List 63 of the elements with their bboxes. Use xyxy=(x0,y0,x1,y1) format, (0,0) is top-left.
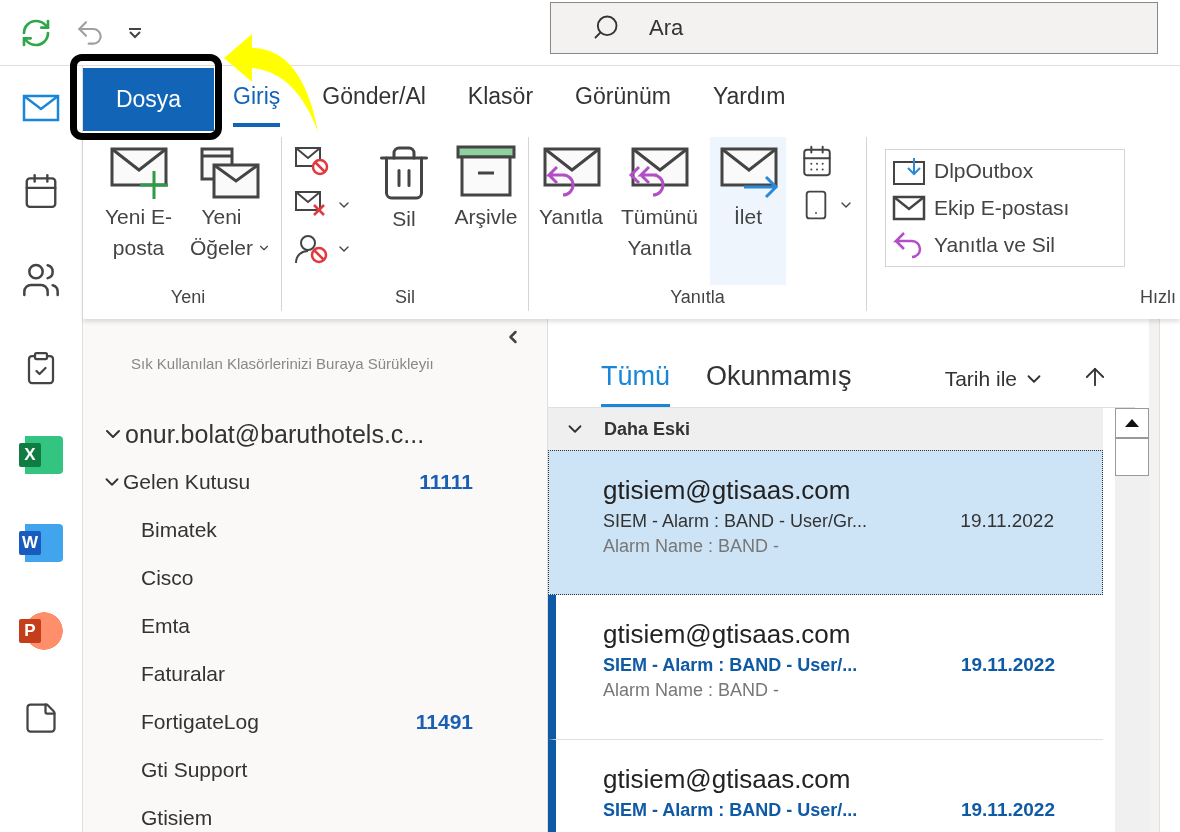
account-name[interactable]: onur.bolat@baruthotels.c... xyxy=(125,419,425,449)
mail-icon[interactable] xyxy=(22,94,60,122)
envelope-block-icon xyxy=(293,146,330,176)
folder-name[interactable]: Faturalar xyxy=(141,662,226,686)
date: 19.11.2022 xyxy=(960,510,1054,532)
ribbon-button[interactable]: Tümünü Yanıtla xyxy=(614,137,704,285)
unread-count: 11491 xyxy=(415,710,473,734)
ribbon-tab[interactable]: Görünüm xyxy=(575,69,671,127)
unread-count: 11111 xyxy=(419,470,473,494)
message-item[interactable]: gtisiem@gtisaas.com SIEM - Alarm : BAND - User/... 19.11.2022 Alarm Name : BAND - xyxy=(548,595,1103,740)
folder-down-icon xyxy=(892,156,926,187)
ribbon-tab[interactable]: Yardım xyxy=(712,69,786,127)
filter-tab[interactable]: Okunmamış xyxy=(706,361,852,407)
group-heading: Daha Eski xyxy=(604,418,691,440)
group-label: Hızlı xyxy=(1139,287,1176,309)
sender: gtisiem@gtisaas.com xyxy=(603,764,852,795)
folder-name[interactable]: Gtisiem xyxy=(141,806,213,830)
date: 19.11.2022 xyxy=(960,654,1055,676)
up-triangle-icon xyxy=(1125,419,1139,427)
quick-step[interactable]: DlpOutbox xyxy=(892,154,1118,189)
ribbon-button[interactable]: Yeni E- posta xyxy=(99,137,178,285)
folder-name[interactable]: Gti Support xyxy=(141,758,248,782)
scroll-thumb[interactable] xyxy=(1115,438,1149,476)
search-icon xyxy=(592,13,620,41)
ribbon-tab[interactable]: Klasör xyxy=(467,69,534,127)
quick-step[interactable]: Yanıtla ve Sil xyxy=(892,227,1118,262)
group-label: Sil xyxy=(393,287,416,309)
preview: Alarm Name : BAND - xyxy=(603,536,781,557)
scroll-up-button[interactable] xyxy=(1115,408,1149,438)
file-tab[interactable]: Dosya xyxy=(83,68,214,131)
favorites-hint: Sık Kullanılan Klasörlerinizi Buraya Sürükleyiı xyxy=(131,355,434,372)
customize-caret-icon[interactable] xyxy=(128,26,142,39)
scrollbar[interactable] xyxy=(1115,408,1149,832)
subject: SIEM - Alarm : BAND - User/Gr... xyxy=(603,511,868,532)
ribbon-button[interactable]: Arşivle xyxy=(447,137,524,285)
ribbon-button[interactable]: Sil xyxy=(365,137,442,285)
group-label: Yeni xyxy=(169,287,207,309)
ribbon-button[interactable]: Yanıtla xyxy=(532,137,609,285)
spreadsheet-app-icon[interactable]: X xyxy=(19,436,63,474)
person-block-icon xyxy=(293,234,330,264)
sender: gtisiem@gtisaas.com xyxy=(603,475,852,506)
search-field[interactable]: Ara xyxy=(550,2,1158,54)
sort-button[interactable]: Tarih ile xyxy=(944,367,1045,407)
ribbon-button[interactable]: İlet xyxy=(710,137,786,285)
subject: SIEM - Alarm : BAND - User/... xyxy=(603,655,858,676)
subject: SIEM - Alarm : BAND - User/... xyxy=(603,800,858,821)
folder-name[interactable]: Cisco xyxy=(141,566,194,590)
presentation-app-icon[interactable]: P xyxy=(19,612,63,650)
folder-name[interactable]: Bimatek xyxy=(141,518,217,542)
preview: Alarm Name : BAND - xyxy=(603,680,781,701)
group-label: Yanıtla xyxy=(669,287,726,309)
folder-name[interactable]: FortigateLog xyxy=(141,710,259,734)
ribbon-button[interactable]: Yeni Öğeler xyxy=(183,137,277,285)
document-app-icon[interactable]: W xyxy=(19,524,63,562)
note-icon[interactable] xyxy=(23,700,59,736)
message-item[interactable]: gtisiem@gtisaas.com SIEM - Alarm : BAND - User/Gr... 19.11.2022 Alarm Name : BAND - xyxy=(548,450,1103,595)
ribbon-tab[interactable]: Gönder/Al xyxy=(322,69,426,127)
envelope-icon xyxy=(892,195,926,221)
folder-name[interactable]: Gelen Kutusu xyxy=(123,470,251,494)
quick-step[interactable]: Ekip E-postası xyxy=(892,190,1118,226)
sender: gtisiem@gtisaas.com xyxy=(603,619,852,650)
folder-name[interactable]: Emta xyxy=(141,614,190,638)
date: 19.11.2022 xyxy=(960,799,1055,821)
